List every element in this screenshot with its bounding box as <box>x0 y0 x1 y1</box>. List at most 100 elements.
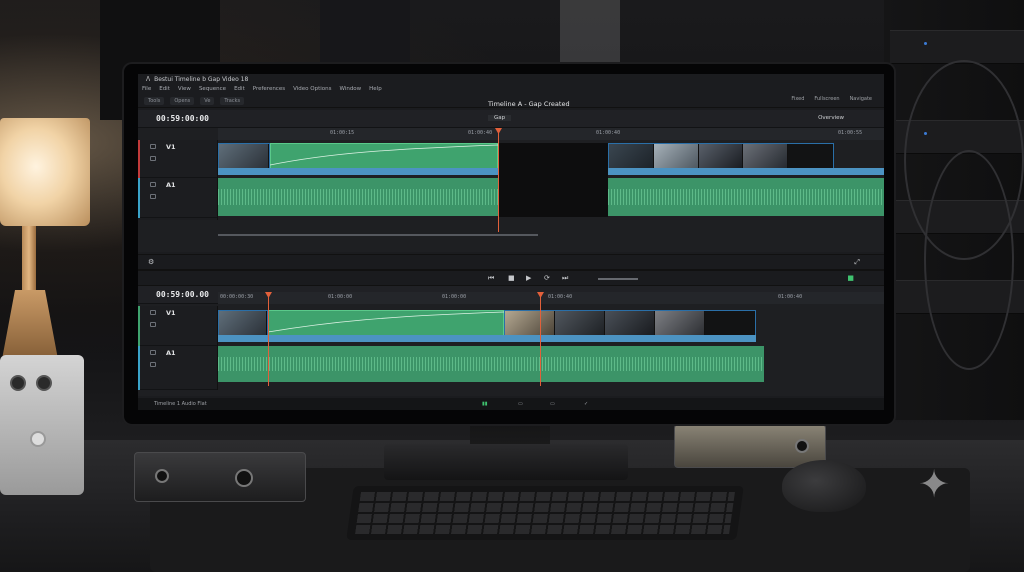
monitor-stand-foot <box>384 444 628 480</box>
timeline-title: Timeline A - Gap Created <box>488 100 570 108</box>
dropdown-gap[interactable]: Gap <box>488 115 512 121</box>
lock-icon[interactable] <box>150 144 156 149</box>
page-cut-icon[interactable]: ▭ <box>518 401 523 407</box>
ruler-tick: 01:00:40 <box>468 130 493 136</box>
mixer <box>0 355 84 495</box>
upper-timecode: 00:59:00:00 <box>156 114 209 123</box>
menu-video-options[interactable]: Video Options <box>293 86 331 92</box>
timeline-gap[interactable] <box>498 143 608 217</box>
menu-preferences[interactable]: Preferences <box>253 86 285 92</box>
menu-window[interactable]: Window <box>339 86 361 92</box>
audio-clip[interactable] <box>218 178 498 216</box>
clip-thumbnail <box>698 144 744 168</box>
video-clip[interactable] <box>504 310 756 336</box>
page-media-icon[interactable]: ▮▮ <box>482 401 488 407</box>
lamp-pole <box>22 226 36 296</box>
ruler-tick: 01:00:40 <box>596 130 621 136</box>
page-edit-icon[interactable]: ▭ <box>550 401 555 407</box>
toolbar-fullscreen[interactable]: Fullscreen <box>814 96 839 102</box>
track-name-v1: V1 <box>166 309 176 317</box>
audio-clip[interactable] <box>218 346 764 382</box>
render-indicator-icon: ■ <box>847 274 854 282</box>
keyframe-curve <box>268 311 504 333</box>
lower-track-headers: V1 A1 <box>138 306 218 390</box>
lock-icon[interactable] <box>150 350 156 355</box>
keyframe-curve <box>270 144 498 166</box>
mute-icon[interactable] <box>150 362 156 367</box>
lower-timeline-panel: 00:59:00.00 00:00:00:30 01:00:00 01:00:0… <box>138 286 884 396</box>
video-track-marker <box>138 306 140 346</box>
lower-ruler: 00:00:00:30 01:00:00 01:00:00 01:00:40 0… <box>218 292 884 304</box>
upper-timeline-panel: 00:59:00:00 Gap Overview 01:00:15 01:00:… <box>138 110 884 252</box>
scroll-bar[interactable] <box>218 234 538 236</box>
skip-forward-icon[interactable]: ⏭ <box>562 274 568 283</box>
video-clip[interactable] <box>218 310 268 336</box>
track-head-v1: V1 <box>138 306 217 346</box>
rack-led <box>924 42 927 45</box>
playhead-in[interactable] <box>268 292 269 386</box>
interface-knob <box>235 469 253 487</box>
eye-icon[interactable] <box>150 322 156 327</box>
menu-file[interactable]: File <box>142 86 151 92</box>
toolbar-fixed[interactable]: Fixed <box>791 96 804 102</box>
menu-view[interactable]: View <box>178 86 191 92</box>
eye-icon[interactable] <box>150 156 156 161</box>
mute-icon[interactable] <box>150 194 156 199</box>
title-bar: ᐱ Bestui Timeline b Gap Video 18 <box>138 74 884 84</box>
playhead[interactable] <box>498 128 499 232</box>
waveform <box>218 356 764 372</box>
lock-icon[interactable] <box>150 310 156 315</box>
settings-icon[interactable]: ⚙ <box>148 258 154 266</box>
clip-thumbnail <box>705 311 755 335</box>
loop-icon[interactable]: ⟳ <box>544 274 550 282</box>
video-clip[interactable] <box>608 143 834 169</box>
dropdown-overview[interactable]: Overview <box>818 115 844 121</box>
zoom-slider[interactable] <box>598 278 638 280</box>
key-row <box>356 514 732 523</box>
page-deliver-icon[interactable]: ✓ <box>584 401 588 407</box>
play-icon[interactable]: ▶ <box>526 274 531 282</box>
ruler-tick: 01:00:00 <box>442 294 467 300</box>
ruler-tick: 01:00:40 <box>548 294 573 300</box>
playhead[interactable] <box>540 292 541 386</box>
expand-icon[interactable]: ⤢ <box>854 258 860 267</box>
cable <box>924 150 1014 370</box>
skip-back-icon[interactable]: ⏮ <box>488 274 494 283</box>
audio-track-marker <box>138 178 140 218</box>
menu-sequence[interactable]: Sequence <box>199 86 226 92</box>
clip-thumbnail <box>655 311 705 335</box>
mixer-knob <box>36 375 52 391</box>
clip-bar <box>218 168 498 175</box>
monitor: ᐱ Bestui Timeline b Gap Video 18 File Ed… <box>124 64 894 424</box>
stop-icon[interactable]: ■ <box>508 274 515 282</box>
clip-thumbnail <box>219 311 267 335</box>
wall-panel <box>560 0 620 64</box>
toolbar-tools[interactable]: Tools <box>144 96 165 105</box>
toolbar-navigate[interactable]: Navigate <box>850 96 872 102</box>
track-head-a1: A1 <box>138 178 217 218</box>
studio-scene: ✦ ᐱ Bestui Timeline b Gap Video 18 File … <box>0 0 1024 572</box>
menu-edit[interactable]: Edit <box>159 86 170 92</box>
toolbar-ve[interactable]: Ve <box>200 96 215 105</box>
menu-edit-2[interactable]: Edit <box>234 86 245 92</box>
lock-icon[interactable] <box>150 182 156 187</box>
video-clip[interactable] <box>218 143 270 169</box>
ruler-tick: 01:00:15 <box>330 130 355 136</box>
ruler-tick: 01:00:40 <box>778 294 803 300</box>
interface-knob <box>155 469 169 483</box>
toolbar-tracks[interactable]: Tracks <box>220 96 245 105</box>
audio-track-marker <box>138 346 140 390</box>
playback-controls: ⏮ ■ ▶ ⟳ ⏭ ■ <box>138 270 884 286</box>
track-name-a1: A1 <box>166 349 176 357</box>
menu-help[interactable]: Help <box>369 86 382 92</box>
waveform <box>608 189 884 205</box>
audio-clip[interactable] <box>608 178 884 216</box>
mixer-knob <box>10 375 26 391</box>
clip-thumbnail <box>788 144 833 168</box>
mouse <box>782 460 866 512</box>
ruler-tick: 01:00:55 <box>838 130 863 136</box>
editor-screen: ᐱ Bestui Timeline b Gap Video 18 File Ed… <box>138 74 884 410</box>
clip-bar <box>218 335 756 342</box>
clip-thumbnail <box>609 144 654 168</box>
toolbar-opens[interactable]: Opens <box>170 96 195 105</box>
